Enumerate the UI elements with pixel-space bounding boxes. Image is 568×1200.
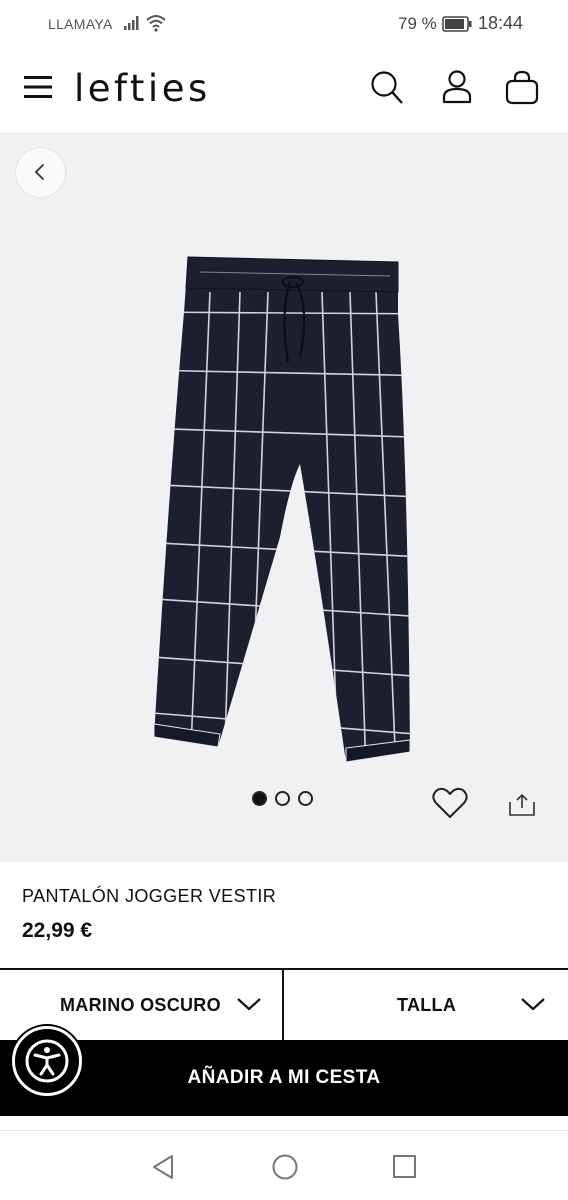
product-info: PANTALÓN JOGGER VESTIR 22,99 €	[0, 862, 568, 968]
system-navigation-bar	[0, 1130, 568, 1200]
system-home-icon[interactable]	[271, 1153, 299, 1186]
clock: 18:44	[478, 13, 524, 33]
chevron-down-icon	[520, 996, 546, 1017]
accessibility-icon	[25, 1039, 69, 1083]
product-gallery[interactable]	[0, 132, 568, 862]
accessibility-button[interactable]	[12, 1026, 82, 1096]
carrier-name: LLAMAYA	[48, 16, 113, 32]
status-bar: LLAMAYA 79 % 18:44	[0, 0, 568, 48]
size-selector-label: TALLA	[397, 995, 457, 1015]
pagination-dot-2[interactable]	[275, 791, 290, 806]
heart-icon[interactable]	[432, 787, 468, 824]
color-selector-label: MARINO OSCURO	[60, 995, 221, 1015]
battery-percent: 79 %	[398, 14, 437, 33]
signal-icon	[123, 15, 141, 36]
shopping-bag-icon[interactable]	[505, 70, 539, 111]
menu-icon[interactable]	[24, 75, 52, 104]
battery-icon	[442, 16, 472, 37]
pagination-dot-1[interactable]	[252, 791, 267, 806]
brand-logo[interactable]: lefties	[74, 67, 211, 110]
product-price: 22,99 €	[22, 919, 93, 942]
system-recent-apps-icon[interactable]	[392, 1154, 418, 1185]
add-to-cart-label: AÑADIR A MI CESTA	[187, 1067, 381, 1088]
search-icon[interactable]	[370, 70, 404, 111]
pagination-dot-3[interactable]	[298, 791, 313, 806]
wifi-icon	[145, 14, 167, 37]
system-back-icon[interactable]	[150, 1153, 176, 1186]
product-image	[140, 252, 440, 777]
product-selectors: MARINO OSCURO TALLA	[0, 968, 568, 1040]
product-name: PANTALÓN JOGGER VESTIR	[22, 886, 277, 906]
share-icon[interactable]	[508, 792, 536, 823]
app-header: lefties	[0, 48, 568, 132]
add-to-cart-button[interactable]: AÑADIR A MI CESTA	[0, 1040, 568, 1116]
user-icon[interactable]	[442, 70, 472, 109]
size-selector[interactable]: TALLA	[284, 970, 568, 1040]
image-pagination	[252, 791, 313, 806]
back-button[interactable]	[16, 148, 65, 197]
chevron-down-icon	[236, 996, 262, 1017]
back-arrow-icon	[35, 164, 44, 180]
